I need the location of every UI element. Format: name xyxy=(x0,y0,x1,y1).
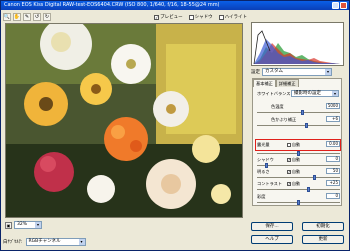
contrast-auto-checkbox[interactable]: ✓ 自動 xyxy=(287,181,300,186)
tint-slider[interactable] xyxy=(257,123,340,128)
rotate-right-icon[interactable]: ↻ xyxy=(43,13,51,21)
histogram xyxy=(251,22,344,66)
tab-basic[interactable]: 基本補正 xyxy=(253,79,276,87)
settings-label: 設定 xyxy=(251,70,260,75)
brightness-auto-checkbox[interactable]: ✓ 自動 xyxy=(287,169,300,174)
adjustment-panel: 基本補正 詳細補正 ホワイトバランス 撮影時の設定 ▾ 色温度 5000 色かぶ… xyxy=(252,78,342,206)
exposure-row: 露光量 自動 0.00 xyxy=(257,141,340,147)
window-title: Canon EOS Kiss Digital RAW-test-EOS6404.… xyxy=(4,2,220,8)
color-temperature-field[interactable]: 5000 xyxy=(326,103,340,109)
update-button[interactable]: 更新 xyxy=(302,235,344,244)
saturation-slider[interactable] xyxy=(257,200,340,205)
zoom-icon[interactable]: 🔍 xyxy=(3,13,11,21)
button-row-1: 保存... 初期化 xyxy=(251,222,344,231)
contrast-row: コントラスト ✓ 自動 +25 xyxy=(257,180,340,186)
close-button[interactable] xyxy=(340,2,347,9)
save-button[interactable]: 保存... xyxy=(251,222,293,231)
check-icon: ✓ xyxy=(154,14,160,20)
reset-button[interactable]: 初期化 xyxy=(302,222,344,231)
white-balance-row: ホワイトバランス 撮影時の設定 ▾ xyxy=(257,90,340,97)
zoom-select[interactable]: 32% ▾ xyxy=(14,221,42,229)
channel-label: 白ｻﾌﾞｾﾙﾃ: xyxy=(3,240,23,245)
shadow-auto-checkbox[interactable]: ✓ 自動 xyxy=(287,157,300,162)
button-row-2: ヘルプ 更新 xyxy=(251,235,344,244)
chevron-down-icon: ▾ xyxy=(78,239,85,245)
shadow-checkbox[interactable]: シャドウ xyxy=(188,14,213,20)
channel-row: 白ｻﾌﾞｾﾙﾃ: RGBチャンネル ▾ xyxy=(3,237,243,247)
raw-editor-window: Canon EOS Kiss Digital RAW-test-EOS6404.… xyxy=(0,0,350,251)
tint-row: 色かぶり補正 +6 xyxy=(271,116,340,122)
brightness-field[interactable]: 50 xyxy=(326,168,340,174)
white-balance-select[interactable]: 撮影時の設定 ▾ xyxy=(291,90,339,97)
exposure-slider[interactable] xyxy=(257,151,340,156)
highlight-checkbox[interactable]: ハイライト xyxy=(218,14,247,20)
contrast-field[interactable]: +25 xyxy=(326,180,340,186)
saturation-field[interactable]: 0 xyxy=(326,193,340,199)
eyedropper-icon[interactable]: ✎ xyxy=(23,13,31,21)
color-temperature-slider[interactable] xyxy=(257,110,340,115)
brightness-row: 明るさ ✓ 自動 50 xyxy=(257,168,340,174)
tab-advanced[interactable]: 詳細補正 xyxy=(275,79,299,87)
minimize-button[interactable] xyxy=(332,2,339,9)
shadow-slider[interactable] xyxy=(257,163,340,168)
exposure-field[interactable]: 0.00 xyxy=(326,141,340,147)
chevron-down-icon: ▾ xyxy=(35,222,41,228)
shadow-row: シャドウ ✓ 自動 0 xyxy=(257,156,340,162)
brightness-slider[interactable] xyxy=(257,175,340,180)
rotate-left-icon[interactable]: ↺ xyxy=(33,13,41,21)
image-preview[interactable] xyxy=(5,23,243,218)
help-button[interactable]: ヘルプ xyxy=(251,235,293,244)
preview-footer: ▣ 32% ▾ xyxy=(5,221,243,229)
chevron-down-icon: ▾ xyxy=(325,69,331,75)
exposure-auto-checkbox[interactable]: 自動 xyxy=(287,142,300,147)
color-temperature-row: 色温度 5000 xyxy=(271,103,340,109)
shadow-field[interactable]: 0 xyxy=(326,156,340,162)
tint-field[interactable]: +6 xyxy=(326,116,340,122)
hand-icon[interactable]: ✋ xyxy=(13,13,21,21)
preview-checkbox[interactable]: ✓ プレビュー xyxy=(154,14,183,20)
channel-select[interactable]: RGBチャンネル ▾ xyxy=(25,238,86,246)
settings-select[interactable]: カスタム ▾ xyxy=(262,68,332,76)
toolbar: 🔍 ✋ ✎ ↺ ↻ ✓ プレビュー シャドウ ハイライト xyxy=(3,12,247,22)
chevron-down-icon: ▾ xyxy=(332,91,338,96)
settings-row: 設定 カスタム ▾ xyxy=(251,68,344,76)
fit-button[interactable]: ▣ xyxy=(5,221,12,229)
saturation-row: 彩度 0 xyxy=(257,193,340,199)
title-bar: Canon EOS Kiss Digital RAW-test-EOS6404.… xyxy=(1,1,349,10)
flower-photo xyxy=(6,24,242,217)
contrast-slider[interactable] xyxy=(257,187,340,192)
